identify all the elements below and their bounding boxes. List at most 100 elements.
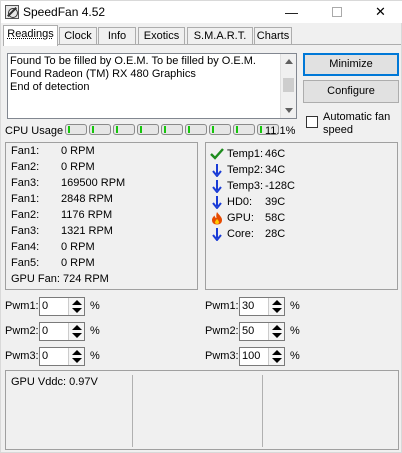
log-text: Found To be filled by O.E.M. To be fille… (10, 55, 282, 94)
cpu-core-meter (137, 124, 159, 135)
log-line: Found Radeon (TM) RX 480 Graphics (10, 68, 196, 80)
fan-value: 1176 RPM (61, 209, 113, 221)
minimize-button[interactable]: Minimize (303, 53, 399, 76)
tab-clock[interactable]: Clock (59, 27, 97, 45)
spin-up-icon[interactable] (72, 325, 82, 330)
pwm1-left-stepper[interactable]: 0 (39, 297, 85, 316)
pwm3-left-stepper[interactable]: 0 (39, 347, 85, 366)
spin-up-icon[interactable] (272, 300, 282, 305)
pwm-value: 50 (242, 325, 255, 337)
tab-readings-label: Readings (7, 28, 54, 40)
spin-down-icon[interactable] (72, 333, 82, 338)
temp-name: Temp3: (227, 180, 264, 192)
fan-name: GPU Fan: (11, 273, 60, 285)
readings-panel: Found To be filled by O.E.M. To be fille… (3, 44, 401, 452)
spin-buttons[interactable] (268, 323, 284, 340)
spin-down-icon[interactable] (72, 358, 82, 363)
log-scrollbar[interactable] (280, 54, 296, 118)
tab-smart[interactable]: S.M.A.R.T. (187, 27, 253, 45)
tab-exotics[interactable]: Exotics (138, 27, 185, 45)
scroll-up-icon[interactable] (285, 59, 293, 64)
pwm-value: 30 (242, 300, 255, 312)
configure-button[interactable]: Configure (303, 80, 399, 103)
spin-up-icon[interactable] (272, 325, 282, 330)
detection-log[interactable]: Found To be filled by O.E.M. To be fille… (7, 53, 297, 119)
pwm1-right-label: Pwm1: (205, 300, 239, 312)
fan-value: 2848 RPM (61, 193, 113, 205)
fan-name: Fan3: (11, 177, 40, 189)
pwm-value: 0 (42, 350, 49, 362)
spin-buttons[interactable] (68, 323, 84, 340)
scroll-thumb[interactable] (283, 78, 294, 92)
temp-name: HD0: (227, 196, 253, 208)
cpu-usage-meter (65, 124, 293, 136)
spin-up-icon[interactable] (72, 350, 82, 355)
cpu-core-level (260, 126, 262, 133)
pwm2-left-stepper[interactable]: 0 (39, 322, 85, 341)
fan-value: 0 RPM (61, 161, 95, 173)
percent-sign: % (90, 350, 100, 362)
fan-name: Fan2: (11, 209, 40, 221)
pwm-value: 0 (42, 325, 49, 337)
fan-value: 724 RPM (62, 273, 109, 285)
temp-value: -128C (265, 180, 295, 192)
temp-name: Core: (227, 228, 254, 240)
pwm1-right-stepper[interactable]: 30 (239, 297, 285, 316)
fan-row-gpu: GPU Fan: 724 RPM (11, 273, 109, 289)
pwm2-right-label: Pwm2: (205, 325, 239, 337)
pwm-value: 100 (242, 350, 261, 362)
spin-down-icon[interactable] (72, 308, 82, 313)
spin-buttons[interactable] (68, 348, 84, 365)
column-divider (132, 375, 133, 447)
log-line: End of detection (10, 81, 90, 93)
flame-icon (212, 212, 222, 225)
fan-name: Fan5: (11, 257, 40, 269)
close-window-button[interactable]: ✕ (358, 1, 402, 23)
spin-buttons[interactable] (68, 298, 84, 315)
cpu-core-meter (161, 124, 183, 135)
spin-down-icon[interactable] (272, 333, 282, 338)
tab-info-label: Info (107, 30, 127, 42)
cpu-core-level (116, 126, 118, 133)
fan-name: Fan4: (11, 241, 40, 253)
fan-name: Fan1: (11, 145, 40, 157)
spin-buttons[interactable] (268, 298, 284, 315)
spin-buttons[interactable] (268, 348, 284, 365)
minimize-window-button[interactable]: — (269, 1, 314, 23)
pwm2-right-stepper[interactable]: 50 (239, 322, 285, 341)
arrow-down-icon (212, 196, 222, 209)
automatic-fan-speed-checkbox[interactable] (306, 116, 318, 128)
temp-value: 28C (265, 228, 286, 240)
temp-name: Temp2: (227, 164, 264, 176)
spin-up-icon[interactable] (72, 300, 82, 305)
scroll-down-icon[interactable] (285, 108, 293, 113)
arrow-down-icon (212, 180, 222, 193)
tab-info[interactable]: Info (98, 27, 136, 45)
pwm3-left-label: Pwm3: (5, 350, 39, 362)
tab-exotics-label: Exotics (143, 30, 180, 42)
cpu-usage-label: CPU Usage (5, 125, 64, 137)
cpu-core-level (212, 126, 214, 133)
title-bar[interactable]: SpeedFan 4.52 — ✕ (1, 1, 402, 23)
pwm3-right-stepper[interactable]: 100 (239, 347, 285, 366)
temp-value: 34C (265, 164, 286, 176)
spin-down-icon[interactable] (272, 358, 282, 363)
tab-readings[interactable]: Readings (3, 25, 58, 46)
tab-charts[interactable]: Charts (254, 27, 292, 45)
pwm3-right-label: Pwm3: (205, 350, 239, 362)
pwm1-left-label: Pwm1: (5, 300, 39, 312)
cpu-core-meter (233, 124, 255, 135)
fan-name: Fan3: (11, 225, 40, 237)
cpu-core-meter (185, 124, 207, 135)
percent-sign: % (290, 300, 300, 312)
speedfan-window: SpeedFan 4.52 — ✕ Readings Clock Info Ex… (0, 0, 402, 453)
spin-down-icon[interactable] (272, 308, 282, 313)
spin-up-icon[interactable] (272, 350, 282, 355)
maximize-window-button[interactable] (314, 1, 359, 23)
temp-value: 39C (265, 196, 286, 208)
cpu-core-meter (89, 124, 111, 135)
percent-sign: % (90, 300, 100, 312)
window-title: SpeedFan 4.52 (23, 5, 106, 19)
arrow-down-icon (212, 228, 222, 241)
tab-clock-label: Clock (64, 30, 92, 42)
